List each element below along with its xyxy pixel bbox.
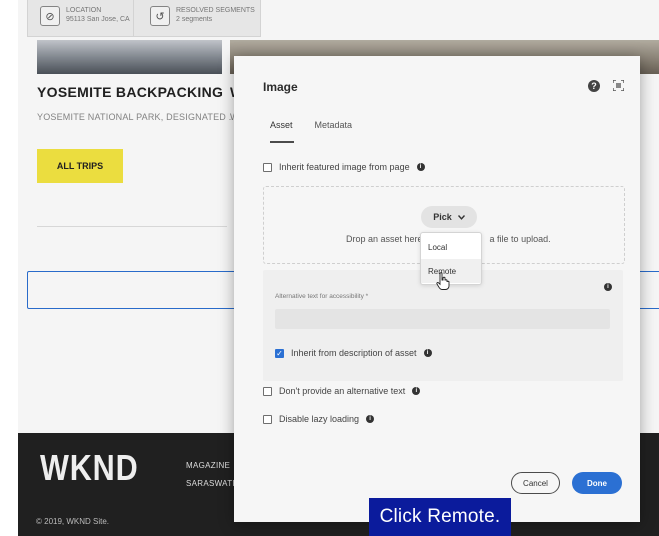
pick-source-menu: Local Remote <box>420 232 482 285</box>
alt-text-label: Alternative text for accessibility * <box>275 293 369 300</box>
info-icon[interactable]: i <box>412 387 421 395</box>
active-tab-indicator <box>270 141 294 143</box>
disable-lazy-row: Disable lazy loading i <box>263 414 375 424</box>
disable-lazy-label[interactable]: Disable lazy loading <box>279 414 359 424</box>
menu-item-local[interactable]: Local <box>421 235 481 259</box>
context-segments-text: RESOLVED SEGMENTS 2 segments <box>176 6 255 24</box>
context-segments[interactable]: ↺ RESOLVED SEGMENTS 2 segments <box>150 6 255 26</box>
no-alt-text-checkbox[interactable] <box>263 386 272 396</box>
info-icon[interactable]: i <box>604 283 612 291</box>
no-alt-text-label[interactable]: Don't provide an alternative text <box>279 386 405 396</box>
drop-text-right: a file to upload. <box>489 234 551 244</box>
tutorial-caption: Click Remote. <box>369 498 511 536</box>
done-button[interactable]: Done <box>572 472 622 494</box>
tab-metadata[interactable]: Metadata <box>315 120 353 130</box>
fullscreen-icon[interactable] <box>613 80 624 91</box>
hand-pointer-icon <box>436 272 450 290</box>
card-title[interactable]: YOSEMITE BACKPACKING <box>37 84 223 100</box>
inherit-featured-row: Inherit featured image from page i <box>263 162 425 172</box>
context-location-label: LOCATION <box>66 7 102 14</box>
drop-text-left: Drop an asset here <box>346 234 423 244</box>
inherit-featured-label[interactable]: Inherit featured image from page <box>279 162 410 172</box>
info-icon[interactable]: i <box>416 163 425 171</box>
context-divider <box>133 0 134 36</box>
footer-link-magazine[interactable]: MAGAZINE <box>186 461 230 470</box>
footer-copyright: © 2019, WKND Site. <box>36 517 110 526</box>
context-segments-value: 2 segments <box>176 16 213 23</box>
yosemite-card-image[interactable] <box>37 40 222 74</box>
context-segments-label: RESOLVED SEGMENTS <box>176 7 255 14</box>
tab-asset[interactable]: Asset <box>270 120 293 130</box>
context-location-text: LOCATION 95113 San Jose, CA <box>66 6 130 24</box>
disable-lazy-checkbox[interactable] <box>263 414 272 424</box>
location-off-icon: ⊘ <box>40 6 60 26</box>
alt-text-input[interactable] <box>275 309 610 329</box>
footer-link-saraswati[interactable]: SARASWATI <box>186 479 235 488</box>
all-trips-button[interactable]: ALL TRIPS <box>37 149 123 183</box>
dialog-tabs: Asset Metadata <box>270 120 352 130</box>
inherit-description-label[interactable]: Inherit from description of asset <box>291 348 417 358</box>
chevron-down-icon <box>457 214 465 220</box>
info-icon[interactable]: i <box>423 349 432 357</box>
pick-button-label: Pick <box>433 212 452 222</box>
inherit-featured-checkbox[interactable] <box>263 162 272 172</box>
card-subtitle: YOSEMITE NATIONAL PARK, DESIGNATED ... <box>37 112 237 122</box>
page-left-margin <box>0 0 18 536</box>
info-icon[interactable]: i <box>366 415 375 423</box>
inherit-description-row: ✓ Inherit from description of asset i <box>275 348 432 358</box>
dialog-title: Image <box>263 80 298 94</box>
content-divider <box>37 226 227 227</box>
cancel-button[interactable]: Cancel <box>511 472 560 494</box>
footer-logo[interactable]: WKND <box>40 447 139 489</box>
context-hub-bar: ⊘ LOCATION 95113 San Jose, CA ↺ RESOLVED… <box>27 0 261 37</box>
help-icon[interactable]: ? <box>588 80 600 92</box>
inherit-description-checkbox[interactable]: ✓ <box>275 348 284 358</box>
menu-item-remote[interactable]: Remote <box>421 259 481 283</box>
context-location-value: 95113 San Jose, CA <box>66 16 130 23</box>
context-location[interactable]: ⊘ LOCATION 95113 San Jose, CA <box>40 6 130 26</box>
image-dialog: Image ? Asset Metadata Inherit featured … <box>234 56 640 522</box>
no-alt-text-row: Don't provide an alternative text i <box>263 386 421 396</box>
pick-button[interactable]: Pick <box>421 206 477 228</box>
history-icon: ↺ <box>150 6 170 26</box>
